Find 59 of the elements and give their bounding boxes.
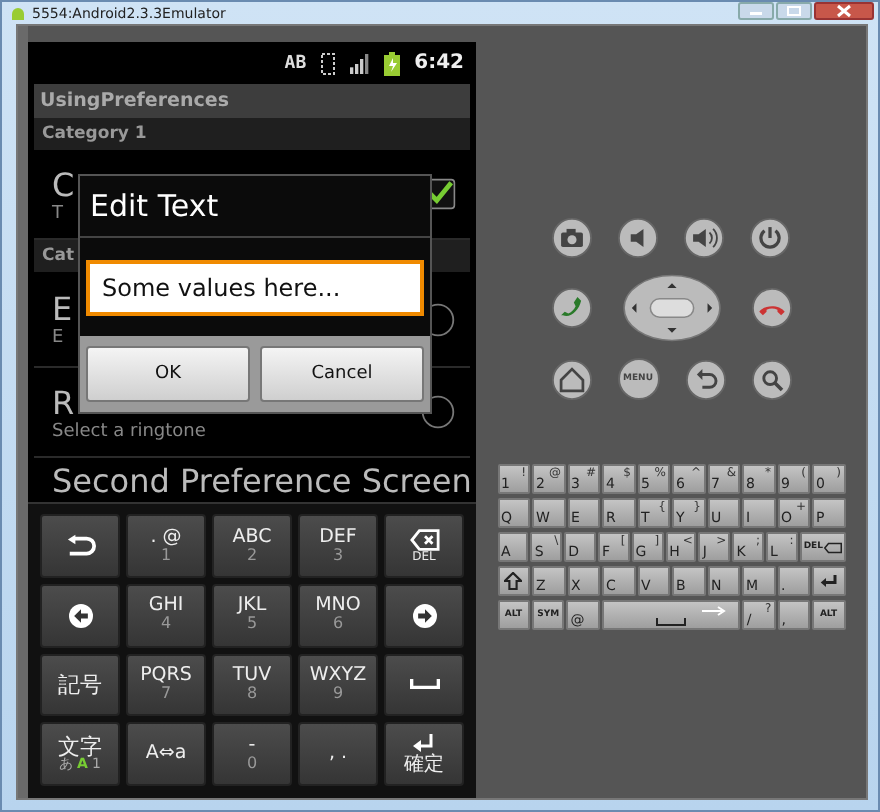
app-icon <box>10 5 26 21</box>
enter-icon <box>819 572 838 590</box>
space-key[interactable] <box>384 653 464 717</box>
volume-down-button[interactable] <box>617 218 658 258</box>
arrow-icon <box>702 606 727 616</box>
enter-key[interactable] <box>812 566 845 596</box>
input-method-indicator: AB <box>284 53 307 73</box>
keyboard-key[interactable]: WXYZ 9 <box>298 653 378 717</box>
search-button[interactable] <box>751 359 791 399</box>
category-title: Cat <box>42 246 75 266</box>
right-key[interactable] <box>384 583 464 647</box>
category-title: Category 1 <box>42 124 147 144</box>
preference-summary: Select a ringtone <box>52 421 206 441</box>
camera-button[interactable] <box>551 218 591 258</box>
end-call-button[interactable] <box>751 288 791 328</box>
keyboard-key[interactable]: MNO 6 <box>298 583 378 647</box>
home-button[interactable] <box>551 359 591 399</box>
keyboard-key[interactable]: - 0 <box>212 722 292 786</box>
clock-time: 6:42 <box>414 52 464 74</box>
sim-icon <box>318 51 339 75</box>
enter-icon <box>409 731 439 756</box>
battery-icon <box>382 51 403 75</box>
shift-icon <box>504 572 523 590</box>
keyboard-key[interactable]: TUV 8 <box>212 653 292 717</box>
keyboard-key[interactable]: JKL 5 <box>212 583 292 647</box>
dpad[interactable] <box>621 274 721 342</box>
keyboard-key[interactable]: DEF 3 <box>298 514 378 578</box>
undo-key[interactable] <box>40 514 120 578</box>
space-icon <box>656 617 686 625</box>
preference-title[interactable]: R <box>52 383 75 421</box>
keyboard-key[interactable]: ABC 2 <box>212 514 292 578</box>
signal-icon <box>350 51 371 75</box>
app-title: UsingPreferences <box>40 90 229 112</box>
call-button[interactable] <box>551 288 591 328</box>
power-button[interactable] <box>750 218 791 258</box>
keyboard-key[interactable]: GHI 4 <box>126 583 206 647</box>
enter-key[interactable]: 確定 <box>384 722 464 786</box>
backspace-icon <box>409 527 439 552</box>
keyboard-key[interactable]: . @ 1 <box>126 514 206 578</box>
preference-title[interactable]: C <box>52 165 75 203</box>
backspace-icon <box>823 541 841 553</box>
keyboard-key[interactable]: A⇔a <box>126 722 206 786</box>
cancel-button[interactable]: Cancel <box>260 346 424 402</box>
preference-title[interactable]: Second Preference Screen <box>52 461 472 499</box>
close-button[interactable] <box>814 2 874 20</box>
undo-icon <box>65 533 95 558</box>
keyboard-key[interactable]: 記号 <box>40 653 120 717</box>
preference-title[interactable]: E <box>52 290 73 328</box>
ok-button[interactable]: OK <box>86 346 250 402</box>
text-input-field[interactable]: Some values here... <box>86 259 424 315</box>
left-key[interactable] <box>40 583 120 647</box>
preference-summary: E <box>52 328 64 348</box>
keyboard-key[interactable]: PQRS 7 <box>126 653 206 717</box>
volume-up-button[interactable] <box>684 218 725 258</box>
preference-summary: T <box>52 203 63 223</box>
shift-key[interactable] <box>497 566 530 596</box>
keyboard-key[interactable]: , . <box>298 722 378 786</box>
back-button[interactable] <box>685 359 725 399</box>
dialog-title: Edit Text <box>80 176 430 238</box>
